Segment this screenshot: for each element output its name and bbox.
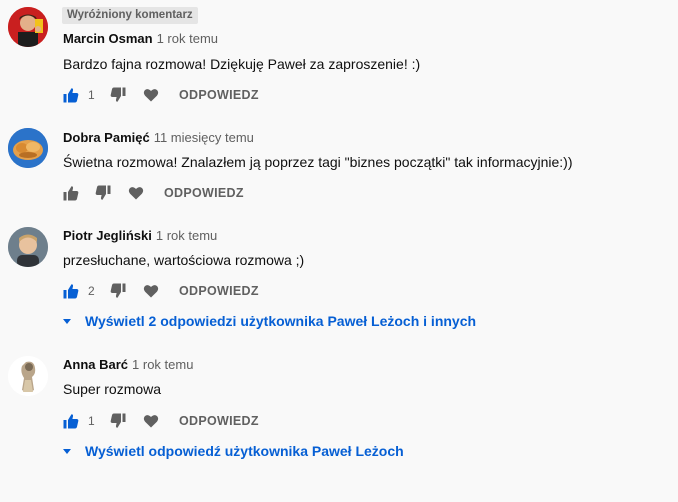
author-name[interactable]: Anna Barć xyxy=(63,357,128,372)
timestamp[interactable]: 1 rok temu xyxy=(132,357,193,372)
heart-icon[interactable] xyxy=(128,185,144,201)
view-replies-link[interactable]: Wyświetl 2 odpowiedzi użytkownika Paweł … xyxy=(63,311,476,331)
thumbs-up-icon[interactable] xyxy=(63,283,79,299)
comment-header: Dobra Pamięć 11 miesięcy temu xyxy=(63,130,254,146)
reply-button[interactable]: ODPOWIEDZ xyxy=(164,186,244,200)
heart-icon[interactable] xyxy=(143,87,159,103)
caret-down-icon xyxy=(63,448,71,454)
comment-actions: 1 ODPOWIEDZ xyxy=(63,409,259,433)
comment-text: Bardzo fajna rozmowa! Dziękuję Paweł za … xyxy=(63,56,421,72)
timestamp[interactable]: 1 rok temu xyxy=(156,228,217,243)
avatar[interactable] xyxy=(8,356,48,396)
avatar[interactable] xyxy=(8,7,48,47)
reply-button[interactable]: ODPOWIEDZ xyxy=(179,88,259,102)
pinned-badge: Wyróżniony komentarz xyxy=(62,7,198,24)
avatar[interactable] xyxy=(8,128,48,168)
comment-text: Super rozmowa xyxy=(63,381,162,397)
reply-button[interactable]: ODPOWIEDZ xyxy=(179,414,259,428)
timestamp[interactable]: 1 rok temu xyxy=(157,31,218,46)
comment-text: przesłuchane, wartościowa rozmowa ;) xyxy=(63,252,305,268)
timestamp[interactable]: 11 miesięcy temu xyxy=(154,130,254,145)
comment-actions: 2 ODPOWIEDZ xyxy=(63,279,259,303)
comment-actions: 1 ODPOWIEDZ xyxy=(63,83,259,107)
like-count: 2 xyxy=(88,284,95,298)
like-count: 1 xyxy=(88,88,95,102)
comment-actions: ODPOWIEDZ xyxy=(63,181,244,205)
author-name[interactable]: Marcin Osman xyxy=(63,31,153,46)
reply-button[interactable]: ODPOWIEDZ xyxy=(179,284,259,298)
thumbs-down-icon[interactable] xyxy=(110,87,126,103)
thumbs-up-icon[interactable] xyxy=(63,87,79,103)
comment-header: Piotr Jegliński 1 rok temu xyxy=(63,228,217,244)
avatar[interactable] xyxy=(8,227,48,267)
view-replies-label: Wyświetl 2 odpowiedzi użytkownika Paweł … xyxy=(85,313,477,329)
thumbs-up-icon[interactable] xyxy=(63,185,79,201)
thumbs-down-icon[interactable] xyxy=(110,413,126,429)
author-name[interactable]: Dobra Pamięć xyxy=(63,130,150,145)
thumbs-down-icon[interactable] xyxy=(110,283,126,299)
thumbs-down-icon[interactable] xyxy=(95,185,111,201)
author-name[interactable]: Piotr Jegliński xyxy=(63,228,152,243)
heart-icon[interactable] xyxy=(143,283,159,299)
view-replies-label: Wyświetl odpowiedź użytkownika Paweł Leż… xyxy=(85,443,404,459)
heart-icon[interactable] xyxy=(143,413,159,429)
view-replies-link[interactable]: Wyświetl odpowiedź użytkownika Paweł Leż… xyxy=(63,441,404,461)
comment-header: Anna Barć 1 rok temu xyxy=(63,357,193,373)
comment-text: Świetna rozmowa! Znalazłem ją poprzez ta… xyxy=(63,154,573,170)
like-count: 1 xyxy=(88,414,95,428)
comment-header: Marcin Osman 1 rok temu xyxy=(63,31,218,47)
caret-down-icon xyxy=(63,318,71,324)
thumbs-up-icon[interactable] xyxy=(63,413,79,429)
